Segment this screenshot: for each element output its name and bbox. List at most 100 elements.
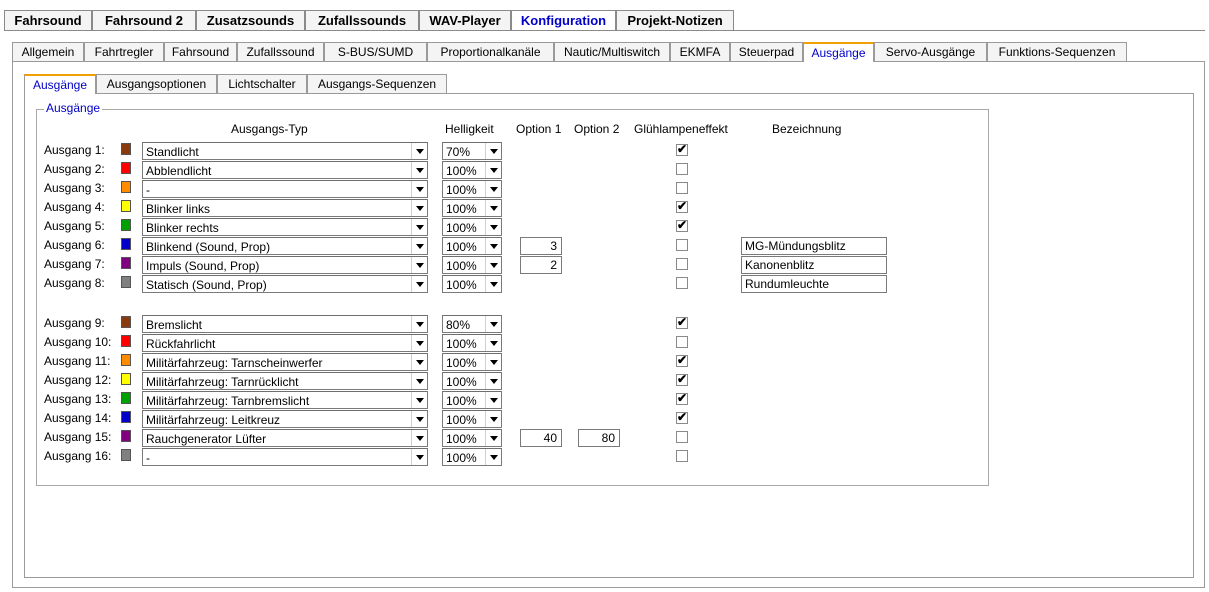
config-tab-7[interactable]: EKMFA bbox=[670, 42, 730, 61]
bulb-effect-checkbox[interactable] bbox=[676, 450, 688, 462]
bulb-effect-checkbox[interactable]: ✔ bbox=[676, 199, 688, 213]
main-tab-6[interactable]: Projekt-Notizen bbox=[616, 10, 734, 30]
option2-input[interactable]: 80 bbox=[578, 429, 620, 447]
config-tab-1[interactable]: Fahrtregler bbox=[84, 42, 164, 61]
bulb-effect-checkbox[interactable]: ✔ bbox=[676, 142, 688, 156]
color-swatch[interactable] bbox=[121, 257, 131, 269]
brightness-select[interactable]: 100% bbox=[442, 237, 502, 255]
option1-input[interactable]: 3 bbox=[520, 237, 562, 255]
config-tab-3[interactable]: Zufallssound bbox=[237, 42, 324, 61]
main-tab-3[interactable]: Zufallssounds bbox=[305, 10, 419, 30]
option1-input[interactable]: 2 bbox=[520, 256, 562, 274]
config-tab-0[interactable]: Allgemein bbox=[12, 42, 84, 61]
brightness-select[interactable]: 100% bbox=[442, 180, 502, 198]
bulb-effect-checkbox[interactable] bbox=[676, 431, 688, 443]
chevron-down-icon[interactable] bbox=[485, 257, 501, 273]
bulb-effect-checkbox[interactable]: ✔ bbox=[676, 372, 688, 386]
output-type-select[interactable]: Militärfahrzeug: Leitkreuz bbox=[142, 410, 428, 428]
bulb-effect-checkbox[interactable] bbox=[676, 277, 688, 289]
chevron-down-icon[interactable] bbox=[485, 335, 501, 351]
color-swatch[interactable] bbox=[121, 143, 131, 155]
chevron-down-icon[interactable] bbox=[411, 335, 427, 351]
config-tab-9[interactable]: Ausgänge bbox=[803, 42, 874, 62]
brightness-select[interactable]: 100% bbox=[442, 448, 502, 466]
output-type-select[interactable]: Militärfahrzeug: Tarnrücklicht bbox=[142, 372, 428, 390]
color-swatch[interactable] bbox=[121, 276, 131, 288]
brightness-select[interactable]: 100% bbox=[442, 334, 502, 352]
config-tab-8[interactable]: Steuerpad bbox=[730, 42, 803, 61]
config-tab-11[interactable]: Funktions-Sequenzen bbox=[987, 42, 1127, 61]
chevron-down-icon[interactable] bbox=[411, 449, 427, 465]
brightness-select[interactable]: 100% bbox=[442, 429, 502, 447]
output-type-select[interactable]: Militärfahrzeug: Tarnscheinwerfer bbox=[142, 353, 428, 371]
color-swatch[interactable] bbox=[121, 335, 131, 347]
chevron-down-icon[interactable] bbox=[411, 392, 427, 408]
color-swatch[interactable] bbox=[121, 411, 131, 423]
chevron-down-icon[interactable] bbox=[485, 162, 501, 178]
option1-input[interactable]: 40 bbox=[520, 429, 562, 447]
main-tab-2[interactable]: Zusatzsounds bbox=[196, 10, 305, 30]
brightness-select[interactable]: 100% bbox=[442, 256, 502, 274]
chevron-down-icon[interactable] bbox=[485, 373, 501, 389]
output-subtab-0[interactable]: Ausgänge bbox=[24, 74, 96, 94]
config-tab-6[interactable]: Nautic/Multiswitch bbox=[554, 42, 670, 61]
chevron-down-icon[interactable] bbox=[411, 162, 427, 178]
output-type-select[interactable]: - bbox=[142, 448, 428, 466]
chevron-down-icon[interactable] bbox=[485, 219, 501, 235]
chevron-down-icon[interactable] bbox=[485, 354, 501, 370]
output-name-input[interactable]: Kanonenblitz bbox=[741, 256, 887, 274]
bulb-effect-checkbox[interactable]: ✔ bbox=[676, 391, 688, 405]
color-swatch[interactable] bbox=[121, 449, 131, 461]
chevron-down-icon[interactable] bbox=[485, 200, 501, 216]
chevron-down-icon[interactable] bbox=[411, 257, 427, 273]
output-subtab-3[interactable]: Ausgangs-Sequenzen bbox=[307, 74, 447, 93]
brightness-select[interactable]: 100% bbox=[442, 372, 502, 390]
brightness-select[interactable]: 100% bbox=[442, 353, 502, 371]
chevron-down-icon[interactable] bbox=[411, 373, 427, 389]
output-type-select[interactable]: Blinker rechts bbox=[142, 218, 428, 236]
chevron-down-icon[interactable] bbox=[411, 200, 427, 216]
main-tab-4[interactable]: WAV-Player bbox=[419, 10, 511, 30]
output-name-input[interactable]: MG-Mündungsblitz bbox=[741, 237, 887, 255]
bulb-effect-checkbox[interactable] bbox=[676, 182, 688, 194]
color-swatch[interactable] bbox=[121, 430, 131, 442]
chevron-down-icon[interactable] bbox=[411, 354, 427, 370]
config-tab-5[interactable]: Proportionalkanäle bbox=[427, 42, 554, 61]
output-type-select[interactable]: Blinkend (Sound, Prop) bbox=[142, 237, 428, 255]
chevron-down-icon[interactable] bbox=[485, 143, 501, 159]
output-type-select[interactable]: Impuls (Sound, Prop) bbox=[142, 256, 428, 274]
chevron-down-icon[interactable] bbox=[485, 430, 501, 446]
brightness-select[interactable]: 100% bbox=[442, 391, 502, 409]
chevron-down-icon[interactable] bbox=[411, 276, 427, 292]
brightness-select[interactable]: 100% bbox=[442, 275, 502, 293]
output-subtab-2[interactable]: Lichtschalter bbox=[217, 74, 307, 93]
output-type-select[interactable]: Statisch (Sound, Prop) bbox=[142, 275, 428, 293]
color-swatch[interactable] bbox=[121, 354, 131, 366]
brightness-select[interactable]: 100% bbox=[442, 161, 502, 179]
chevron-down-icon[interactable] bbox=[411, 181, 427, 197]
bulb-effect-checkbox[interactable]: ✔ bbox=[676, 315, 688, 329]
color-swatch[interactable] bbox=[121, 162, 131, 174]
bulb-effect-checkbox[interactable] bbox=[676, 163, 688, 175]
chevron-down-icon[interactable] bbox=[411, 316, 427, 332]
color-swatch[interactable] bbox=[121, 316, 131, 328]
main-tab-1[interactable]: Fahrsound 2 bbox=[92, 10, 196, 30]
chevron-down-icon[interactable] bbox=[411, 430, 427, 446]
brightness-select[interactable]: 100% bbox=[442, 199, 502, 217]
color-swatch[interactable] bbox=[121, 392, 131, 404]
bulb-effect-checkbox[interactable]: ✔ bbox=[676, 353, 688, 367]
chevron-down-icon[interactable] bbox=[485, 181, 501, 197]
output-name-input[interactable]: Rundumleuchte bbox=[741, 275, 887, 293]
brightness-select[interactable]: 100% bbox=[442, 410, 502, 428]
chevron-down-icon[interactable] bbox=[411, 238, 427, 254]
output-type-select[interactable]: Standlicht bbox=[142, 142, 428, 160]
chevron-down-icon[interactable] bbox=[485, 392, 501, 408]
main-tab-0[interactable]: Fahrsound bbox=[4, 10, 92, 30]
color-swatch[interactable] bbox=[121, 373, 131, 385]
config-tab-4[interactable]: S-BUS/SUMD bbox=[324, 42, 427, 61]
output-type-select[interactable]: Blinker links bbox=[142, 199, 428, 217]
brightness-select[interactable]: 100% bbox=[442, 218, 502, 236]
bulb-effect-checkbox[interactable] bbox=[676, 258, 688, 270]
output-type-select[interactable]: Rückfahrlicht bbox=[142, 334, 428, 352]
chevron-down-icon[interactable] bbox=[485, 316, 501, 332]
